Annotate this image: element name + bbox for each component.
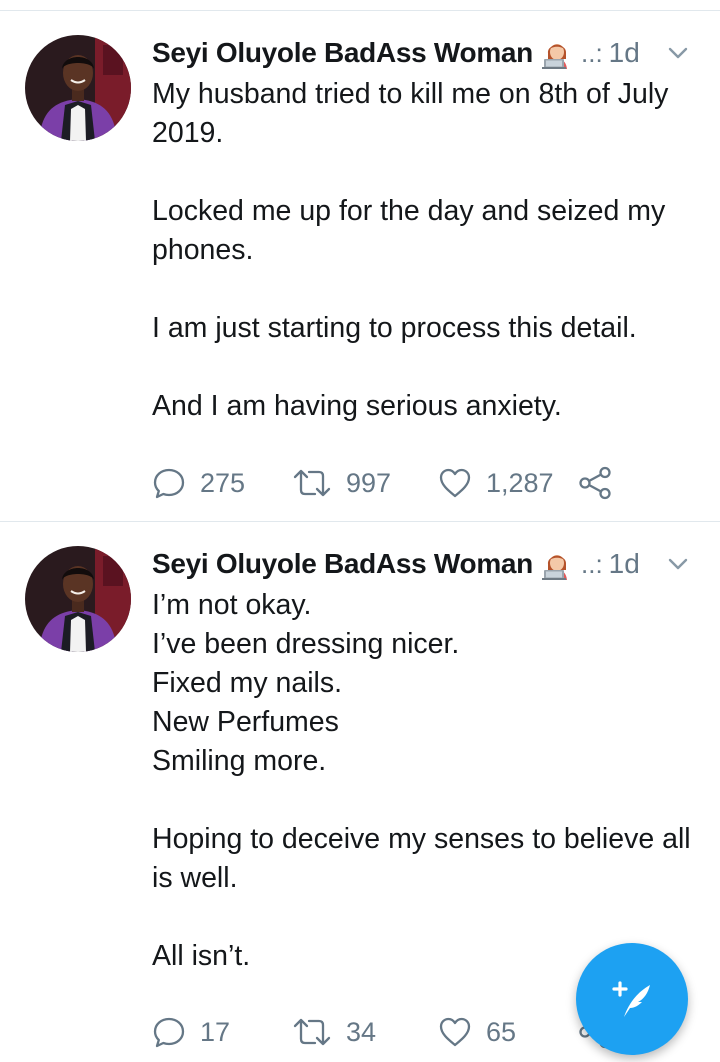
author-name[interactable]: Seyi Oluyole BadAss Woman: [152, 37, 533, 69]
reply-count: 275: [200, 467, 246, 498]
handle-ellipsis: ..:: [581, 548, 603, 579]
author-name[interactable]: Seyi Oluyole BadAss Woman: [152, 548, 533, 580]
tweet-header: Seyi Oluyole BadAss Woman ..: 1d: [152, 544, 712, 584]
timeline: Seyi Oluyole BadAss Woman ..: 1d My husb…: [0, 0, 720, 1062]
tweet-text: My husband tried to kill me on 8th of Ju…: [152, 78, 669, 422]
woman-technologist-icon: [541, 548, 573, 580]
retweet-icon: [292, 466, 332, 500]
reply-icon: [152, 1015, 186, 1049]
handle-ellipsis: ..:: [581, 37, 603, 68]
tweet-timestamp[interactable]: 1d: [609, 548, 640, 580]
avatar[interactable]: [25, 35, 131, 141]
retweet-button[interactable]: 34: [292, 1012, 376, 1052]
like-count: 1,287: [486, 467, 554, 498]
chevron-down-icon[interactable]: [666, 552, 690, 576]
reply-button[interactable]: 17: [152, 1012, 230, 1052]
like-button[interactable]: 1,287: [438, 463, 554, 503]
heart-icon: [438, 1016, 472, 1048]
tweet-text: I’m not okay. I’ve been dressing nicer. …: [152, 589, 691, 972]
tweet[interactable]: Seyi Oluyole BadAss Woman ..: 1d: [0, 11, 720, 521]
reply-button[interactable]: 275: [152, 463, 245, 503]
compose-tweet-button[interactable]: [576, 943, 688, 1055]
tweet-header: Seyi Oluyole BadAss Woman ..: 1d: [152, 33, 712, 73]
avatar[interactable]: [25, 546, 131, 652]
tweet-timestamp[interactable]: 1d: [609, 37, 640, 69]
tweet-actions: 275 997 1,287: [152, 463, 692, 503]
retweet-count: 34: [346, 1016, 377, 1047]
chevron-down-icon[interactable]: [666, 41, 690, 65]
retweet-icon: [292, 1015, 332, 1049]
retweet-button[interactable]: 997: [292, 463, 391, 503]
heart-icon: [438, 467, 472, 499]
compose-feather-icon: [606, 971, 658, 1028]
retweet-count: 997: [346, 467, 392, 498]
share-button[interactable]: [578, 463, 612, 503]
like-button[interactable]: 65: [438, 1012, 516, 1052]
share-icon: [578, 466, 612, 500]
reply-icon: [152, 466, 186, 500]
woman-technologist-icon: [541, 37, 573, 69]
like-count: 65: [486, 1016, 517, 1047]
reply-count: 17: [200, 1016, 231, 1047]
